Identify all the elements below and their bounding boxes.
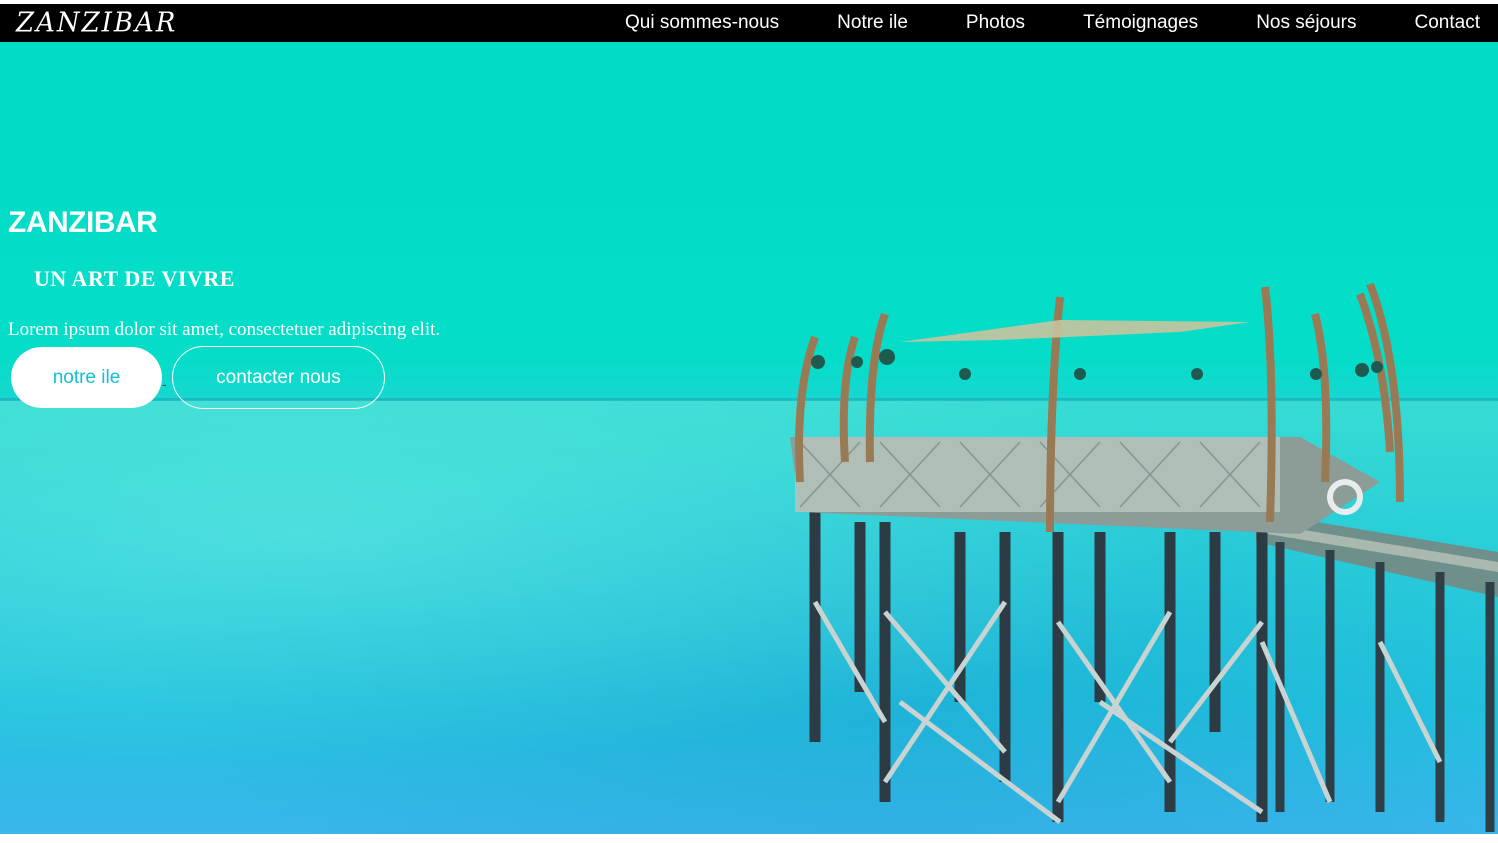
nav-link-notre-ile[interactable]: Notre ile xyxy=(837,12,908,34)
nav-link-contact[interactable]: Contact xyxy=(1415,12,1480,34)
hero-pier-image xyxy=(790,282,1498,832)
hero-description: Lorem ipsum dolor sit amet, consectetuer… xyxy=(8,319,441,340)
pier-canopy xyxy=(900,320,1250,342)
pier-platform-posts xyxy=(809,502,1268,822)
contacter-nous-button[interactable]: contacter nous xyxy=(172,346,385,409)
pier-cross-braces xyxy=(812,600,1443,824)
hero-title: ZANZIBAR xyxy=(8,206,158,239)
page: ZANZIBAR Qui sommes-nous Notre ile Photo… xyxy=(0,0,1498,843)
nav-link-temoignages[interactable]: Témoignages xyxy=(1083,12,1198,34)
nav-link-qui-sommes-nous[interactable]: Qui sommes-nous xyxy=(625,12,779,34)
main-nav: Qui sommes-nous Notre ile Photos Témoign… xyxy=(625,4,1480,42)
button-separator: - xyxy=(162,376,167,392)
hero-section: ZANZIBAR UN ART DE VIVRE Lorem ipsum dol… xyxy=(0,42,1498,834)
nav-link-nos-sejours[interactable]: Nos séjours xyxy=(1256,12,1356,34)
notre-ile-button[interactable]: notre ile xyxy=(11,347,162,408)
top-navbar: ZANZIBAR Qui sommes-nous Notre ile Photo… xyxy=(0,4,1498,42)
hero-subtitle: UN ART DE VIVRE xyxy=(34,266,235,291)
nav-link-photos[interactable]: Photos xyxy=(966,12,1025,34)
pier-lanterns xyxy=(811,349,1383,380)
site-logo[interactable]: ZANZIBAR xyxy=(16,6,177,40)
